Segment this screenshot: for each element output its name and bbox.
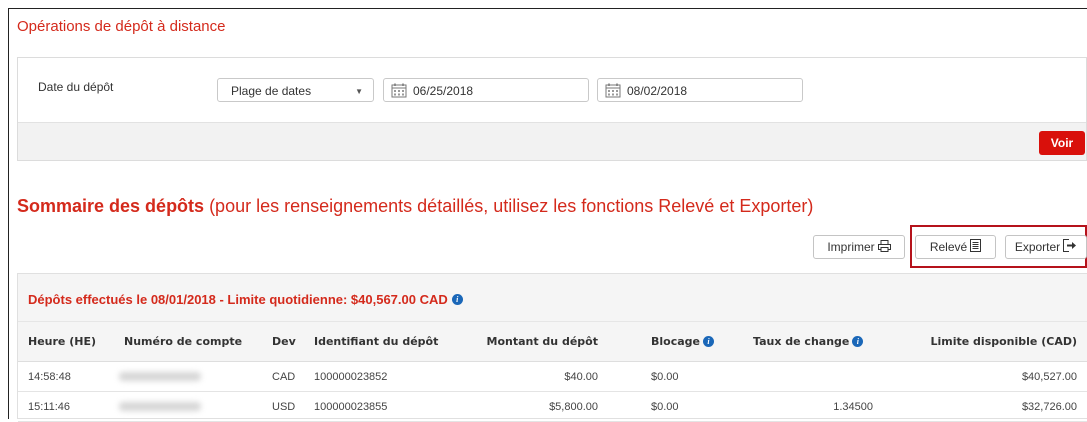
statement-button[interactable]: Relevé bbox=[915, 235, 996, 259]
col-currency-header: Dev bbox=[272, 335, 296, 348]
cell-currency: USD bbox=[272, 401, 296, 413]
summary-title: Sommaire des dépôts (pour les renseignem… bbox=[17, 196, 813, 217]
deposits-heading: Dépôts effectués le 08/01/2018 - Limite … bbox=[28, 292, 448, 307]
date-range-select[interactable]: Plage de dates ▼ bbox=[217, 78, 374, 102]
col-account-header: Numéro de compte bbox=[124, 335, 243, 348]
cell-time: 15:11:46 bbox=[28, 401, 71, 413]
export-button-label: Exporter bbox=[1014, 240, 1061, 254]
view-button[interactable]: Voir bbox=[1039, 131, 1085, 155]
cell-currency: CAD bbox=[272, 371, 296, 383]
info-icon[interactable]: i bbox=[852, 336, 864, 347]
deposits-panel: Dépôts effectués le 08/01/2018 - Limite … bbox=[17, 273, 1087, 422]
print-button-label: Imprimer bbox=[827, 240, 875, 254]
cell-amount: $40.00 bbox=[564, 371, 598, 383]
deposits-panel-header: Dépôts effectués le 08/01/2018 - Limite … bbox=[18, 274, 1087, 322]
info-icon[interactable]: i bbox=[703, 336, 714, 347]
cell-available: $40,527.00 bbox=[1021, 371, 1077, 383]
date-from-value: 06/25/2018 bbox=[413, 84, 474, 98]
filter-panel: Date du dépôt Plage de dates ▼ 06/25/201… bbox=[17, 57, 1087, 161]
printer-icon bbox=[877, 239, 891, 255]
summary-title-bold: Sommaire des dépôts bbox=[17, 196, 205, 216]
cell-rate: 1.34500 bbox=[833, 401, 873, 413]
statement-button-label: Relevé bbox=[929, 240, 968, 254]
caret-down-icon: ▼ bbox=[355, 87, 363, 96]
table-row: 15:11:46 USD 100000023855 $5,800.00 $0.0… bbox=[18, 393, 1087, 422]
cell-hold: $0.00 bbox=[651, 371, 679, 383]
deposit-date-label: Date du dépôt bbox=[38, 80, 114, 94]
date-range-select-value: Plage de dates bbox=[231, 84, 312, 98]
print-button[interactable]: Imprimer bbox=[813, 235, 905, 259]
col-amount-header: Montant du dépôt bbox=[486, 335, 599, 348]
col-available-header: Limite disponible (CAD) bbox=[930, 335, 1078, 348]
document-icon bbox=[970, 239, 982, 255]
cell-time: 14:58:48 bbox=[28, 371, 71, 383]
col-time-header: Heure (HE) bbox=[28, 335, 96, 348]
cell-amount: $5,800.00 bbox=[549, 401, 598, 413]
col-rate-header: Taux de change i bbox=[753, 335, 864, 348]
table-row: 14:58:48 CAD 100000023852 $40.00 $0.00 $… bbox=[18, 363, 1087, 392]
cell-available: $32,726.00 bbox=[1021, 401, 1077, 413]
cell-hold: $0.00 bbox=[651, 401, 679, 413]
calendar-icon bbox=[605, 83, 621, 101]
col-deposit-id-header: Identifiant du dépôt bbox=[314, 335, 439, 348]
page-title: Opérations de dépôt à distance bbox=[17, 18, 226, 35]
info-icon[interactable]: i bbox=[451, 294, 463, 305]
export-icon bbox=[1063, 239, 1077, 255]
filter-footer: Voir bbox=[18, 122, 1086, 160]
table-header-row: Heure (HE) Numéro de compte Dev Identifi… bbox=[18, 322, 1087, 362]
date-from-input[interactable]: 06/25/2018 bbox=[383, 78, 589, 102]
redacted-account-number bbox=[119, 372, 201, 381]
summary-title-note: (pour les renseignements détaillés, util… bbox=[204, 196, 814, 216]
date-to-input[interactable]: 08/02/2018 bbox=[597, 78, 803, 102]
col-hold-header: Blocage i bbox=[651, 335, 714, 348]
cell-deposit-id: 100000023852 bbox=[314, 371, 388, 383]
date-to-value: 08/02/2018 bbox=[627, 84, 688, 98]
export-button[interactable]: Exporter bbox=[1005, 235, 1087, 259]
redacted-account-number bbox=[119, 402, 201, 411]
calendar-icon bbox=[391, 83, 407, 101]
cell-deposit-id: 100000023855 bbox=[314, 401, 388, 413]
